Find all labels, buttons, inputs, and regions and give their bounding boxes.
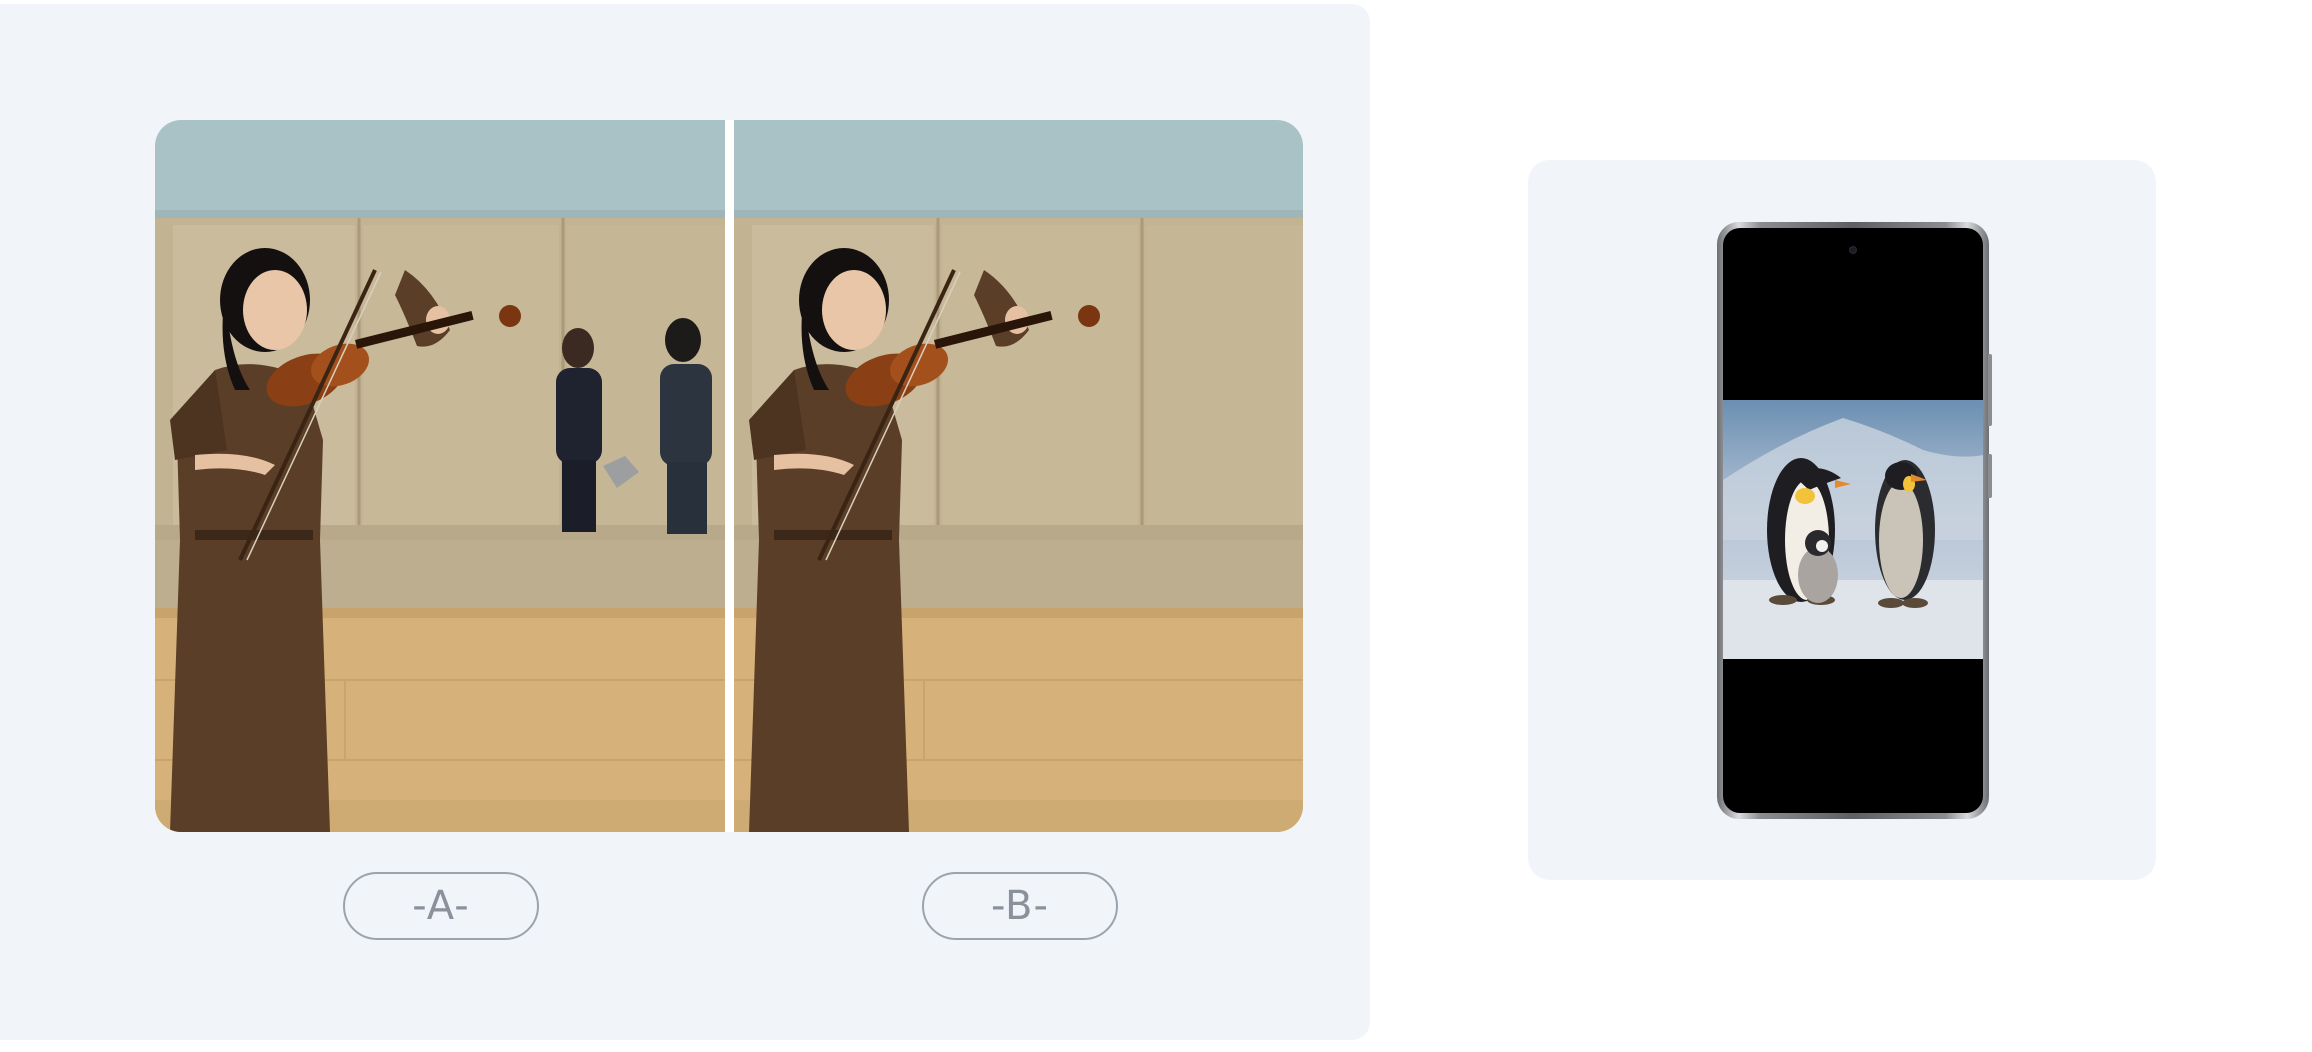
comparison-panel: -A- -B- [0, 4, 1370, 1040]
violinist-photo-b-icon [734, 120, 1303, 832]
photo-a[interactable] [155, 120, 725, 832]
phone-power-button [1988, 454, 1992, 498]
photo-comparison-pair [155, 120, 1303, 832]
penguin-family-photo-icon [1723, 400, 1983, 659]
phone-preview-panel [1528, 160, 2156, 880]
option-b-button[interactable]: -B- [922, 872, 1118, 940]
phone-mockup [1717, 222, 1992, 819]
photo-b[interactable] [734, 120, 1303, 832]
front-camera-icon [1849, 246, 1857, 254]
option-a-button[interactable]: -A- [343, 872, 539, 940]
phone-volume-button [1988, 354, 1992, 426]
penguin-photo[interactable] [1723, 400, 1983, 659]
phone-screen [1723, 228, 1983, 813]
violinist-photo-a-icon [155, 120, 725, 832]
